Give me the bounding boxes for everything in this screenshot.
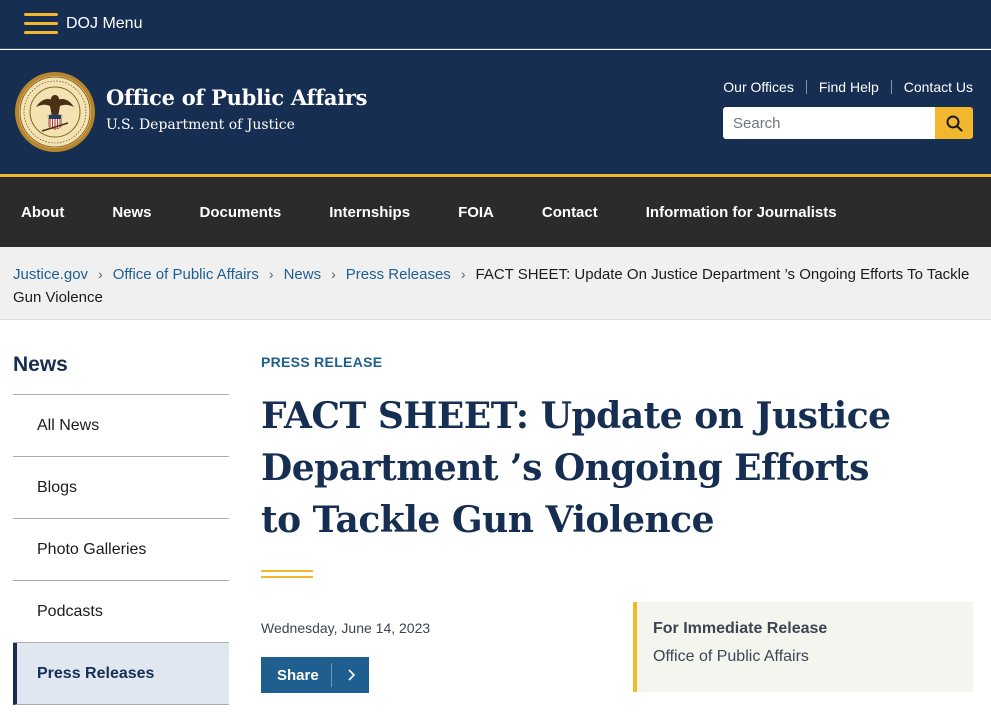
share-button[interactable]: Share [261, 657, 369, 693]
doj-menu-label: DOJ Menu [66, 15, 143, 32]
chevron-right-icon: › [460, 266, 466, 282]
breadcrumb: Justice.gov › Office of Public Affairs › New… [0, 247, 991, 320]
nav-information-for-journalists[interactable]: Information for Journalists [646, 204, 837, 221]
site-subtitle[interactable]: U.S. Department of Justice [106, 117, 295, 133]
chevron-right-icon: › [98, 266, 103, 282]
divider [805, 80, 807, 94]
chevron-right-icon: › [331, 266, 336, 282]
search-input[interactable] [723, 107, 935, 139]
share-label: Share [277, 666, 319, 684]
chevron-right-icon [332, 669, 369, 681]
sidebar-nav: All News Blogs Photo Galleries Podcasts … [13, 394, 229, 705]
sidebar-item-podcasts[interactable]: Podcasts [13, 581, 229, 643]
site-header: Office of Public Affairs U.S. Department… [0, 50, 991, 174]
nav-documents[interactable]: Documents [200, 204, 282, 221]
nav-about[interactable]: About [21, 204, 64, 221]
search-icon [946, 115, 963, 132]
main-nav: About News Documents Internships FOIA Co… [0, 177, 991, 247]
nav-contact[interactable]: Contact [542, 204, 598, 221]
nav-news[interactable]: News [112, 204, 151, 221]
title-accent-rule [261, 570, 313, 582]
article-type-label: PRESS RELEASE [261, 354, 383, 370]
publish-date: Wednesday, June 14, 2023 [261, 620, 431, 636]
utility-links: Our Offices Find Help Contact Us [723, 79, 973, 95]
release-office: Office of Public Affairs [653, 648, 809, 665]
breadcrumb-press-releases[interactable]: Press Releases [346, 266, 451, 283]
util-link-our-offices[interactable]: Our Offices [723, 79, 794, 95]
search-button[interactable] [935, 107, 973, 139]
nav-internships[interactable]: Internships [329, 204, 410, 221]
sidebar-item-blogs[interactable]: Blogs [13, 457, 229, 519]
chevron-right-icon: › [268, 266, 274, 282]
release-info-box: For Immediate Release Office of Public A… [633, 602, 973, 692]
util-link-contact-us[interactable]: Contact Us [904, 79, 973, 95]
nav-foia[interactable]: FOIA [458, 204, 494, 221]
sidebar-item-all-news[interactable]: All News [13, 395, 229, 457]
divider [890, 80, 892, 94]
breadcrumb-news[interactable]: News [284, 266, 322, 283]
site-title[interactable]: Office of Public Affairs [106, 85, 368, 110]
sidebar-item-press-releases[interactable]: Press Releases [13, 643, 229, 705]
page-title: FACT SHEET: Update on Justice Department… [261, 395, 891, 541]
top-bar: DOJ Menu [0, 0, 991, 49]
doj-menu-button[interactable]: DOJ Menu [24, 10, 142, 38]
breadcrumb-office-of-public-affairs[interactable]: Office of Public Affairs [113, 266, 259, 283]
sidebar-title: News [13, 353, 68, 376]
doj-seal-logo[interactable] [14, 71, 96, 153]
util-link-find-help[interactable]: Find Help [819, 79, 879, 95]
breadcrumb-justice-gov[interactable]: Justice.gov [13, 266, 88, 283]
release-title: For Immediate Release [653, 620, 828, 637]
hamburger-icon [24, 13, 58, 35]
sidebar-item-photo-galleries[interactable]: Photo Galleries [13, 519, 229, 581]
search-form [723, 107, 973, 139]
